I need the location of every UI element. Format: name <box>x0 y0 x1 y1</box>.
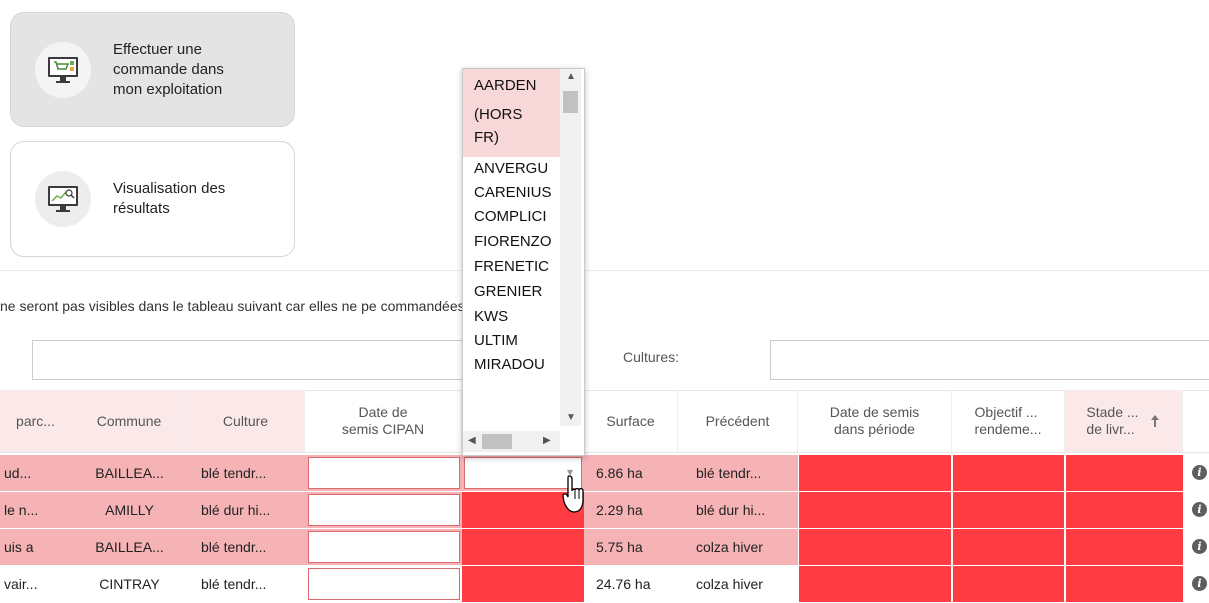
surface-cell: 2.29 ha <box>584 492 678 528</box>
horizontal-scroll-thumb[interactable] <box>482 434 512 449</box>
parcelle-cell: vair... <box>4 576 38 592</box>
col-header-objectif[interactable]: Objectif ... rendeme... <box>952 390 1065 452</box>
hand-cursor-icon <box>562 475 584 513</box>
culture-cell: blé dur hi... <box>187 492 305 528</box>
header-bottom-border <box>0 452 1209 453</box>
variety-cell-missing[interactable] <box>462 566 584 602</box>
objectif-cell[interactable] <box>953 566 1064 602</box>
option-selected[interactable]: FR) <box>463 126 560 157</box>
scroll-left-icon[interactable]: ◀ <box>468 435 476 446</box>
info-icon[interactable]: i <box>1192 576 1207 591</box>
culture-cell: blé tendr... <box>201 576 267 592</box>
objectif-cell[interactable] <box>953 455 1064 491</box>
date-periode-cell[interactable] <box>799 455 951 491</box>
order-action-label: Effectuer une commande dans mon exploita… <box>113 40 224 98</box>
vertical-scroll-thumb[interactable] <box>563 91 578 113</box>
dropdown-option[interactable]: FRENETIC <box>463 255 560 279</box>
stade-cell[interactable] <box>1066 492 1183 528</box>
commune-cell: AMILLY <box>72 492 187 528</box>
col-header-date-cipan[interactable]: Date de semis CIPAN <box>305 390 462 452</box>
date-periode-cell[interactable] <box>799 529 951 565</box>
results-action-label: Visualisation des résultats <box>113 180 226 217</box>
info-icon[interactable]: i <box>1192 539 1207 554</box>
stade-cell[interactable] <box>1066 566 1183 602</box>
precedent-cell: blé dur hi... <box>678 492 798 528</box>
notice-text: ne seront pas visibles dans le tableau s… <box>0 298 469 314</box>
dropdown-option[interactable]: COMPLICI <box>463 205 560 229</box>
culture-cell: blé tendr... <box>187 529 305 565</box>
col-header-stade[interactable]: Stade ... de livr... <box>1065 390 1183 452</box>
date-cipan-input[interactable] <box>308 568 460 600</box>
sort-asc-icon <box>1150 415 1159 427</box>
dropdown-option[interactable]: FIORENZO <box>463 230 560 254</box>
date-periode-cell[interactable] <box>799 492 951 528</box>
horizontal-scrollbar[interactable]: ◀ ▶ <box>463 431 560 452</box>
scroll-down-icon[interactable]: ▼ <box>566 412 576 423</box>
commune-cell: CINTRAY <box>99 576 160 592</box>
parcelle-cell: ud... <box>0 455 72 491</box>
stade-cell[interactable] <box>1066 455 1183 491</box>
date-periode-cell[interactable] <box>799 566 951 602</box>
cultures-filter-label: Cultures: <box>623 349 680 365</box>
col-header-parcelle[interactable]: parc... <box>0 390 72 452</box>
surface-cell: 24.76 ha <box>596 576 651 592</box>
dropdown-option[interactable]: CARENIUS <box>463 181 560 205</box>
col-header-culture[interactable]: Culture <box>187 390 305 452</box>
info-icon[interactable]: i <box>1192 465 1207 480</box>
objectif-cell[interactable] <box>953 529 1064 565</box>
scroll-up-icon[interactable]: ▲ <box>566 71 576 82</box>
col-header-commune[interactable]: Commune <box>72 390 187 452</box>
date-cipan-input[interactable] <box>308 494 460 526</box>
dropdown-option[interactable]: ULTIM <box>463 329 560 353</box>
option-selected[interactable]: (HORS <box>463 103 560 126</box>
dropdown-option[interactable]: ANVERGU <box>463 157 560 181</box>
precedent-cell: colza hiver <box>696 576 763 592</box>
commune-cell: BAILLEA... <box>72 455 187 491</box>
col-header-surface[interactable]: Surface <box>584 390 678 452</box>
chart-monitor-icon <box>35 171 91 227</box>
precedent-cell: colza hiver <box>678 529 798 565</box>
variety-cell-missing[interactable] <box>462 529 584 565</box>
culture-cell: blé tendr... <box>187 455 305 491</box>
date-cipan-input[interactable] <box>308 531 460 563</box>
section-divider <box>0 270 1209 271</box>
dropdown-option[interactable]: MIRADOU <box>463 353 560 377</box>
surface-cell: 5.75 ha <box>584 529 678 565</box>
surface-cell: 6.86 ha <box>584 455 678 491</box>
commune-cell: BAILLEA... <box>72 529 187 565</box>
scroll-right-icon[interactable]: ▶ <box>543 435 551 446</box>
col-header-date-periode[interactable]: Date de semis dans période <box>798 390 952 452</box>
info-icon[interactable]: i <box>1192 502 1207 517</box>
dropdown-option[interactable]: GRENIER <box>463 280 560 304</box>
objectif-cell[interactable] <box>953 492 1064 528</box>
dropdown-option[interactable]: KWS <box>463 305 560 329</box>
option-selected[interactable]: AARDEN <box>463 69 560 103</box>
results-action-card[interactable]: Visualisation des résultats <box>10 141 295 257</box>
parcelle-cell: le n... <box>0 492 72 528</box>
cart-monitor-icon <box>35 41 91 98</box>
variety-dropdown-list[interactable]: AARDEN (HORS FR) ANVERGU CARENIUS COMPLICI FIO… <box>462 68 585 456</box>
cultures-filter-input[interactable] <box>770 340 1209 380</box>
order-action-card[interactable]: Effectuer une commande dans mon exploita… <box>10 12 295 127</box>
vertical-scrollbar[interactable]: ▲ ▼ <box>560 69 581 426</box>
precedent-cell: blé tendr... <box>678 455 798 491</box>
stade-cell[interactable] <box>1066 529 1183 565</box>
col-header-precedent[interactable]: Précédent <box>678 390 798 452</box>
date-cipan-input[interactable] <box>308 457 460 489</box>
parcelle-cell: uis a <box>0 529 72 565</box>
